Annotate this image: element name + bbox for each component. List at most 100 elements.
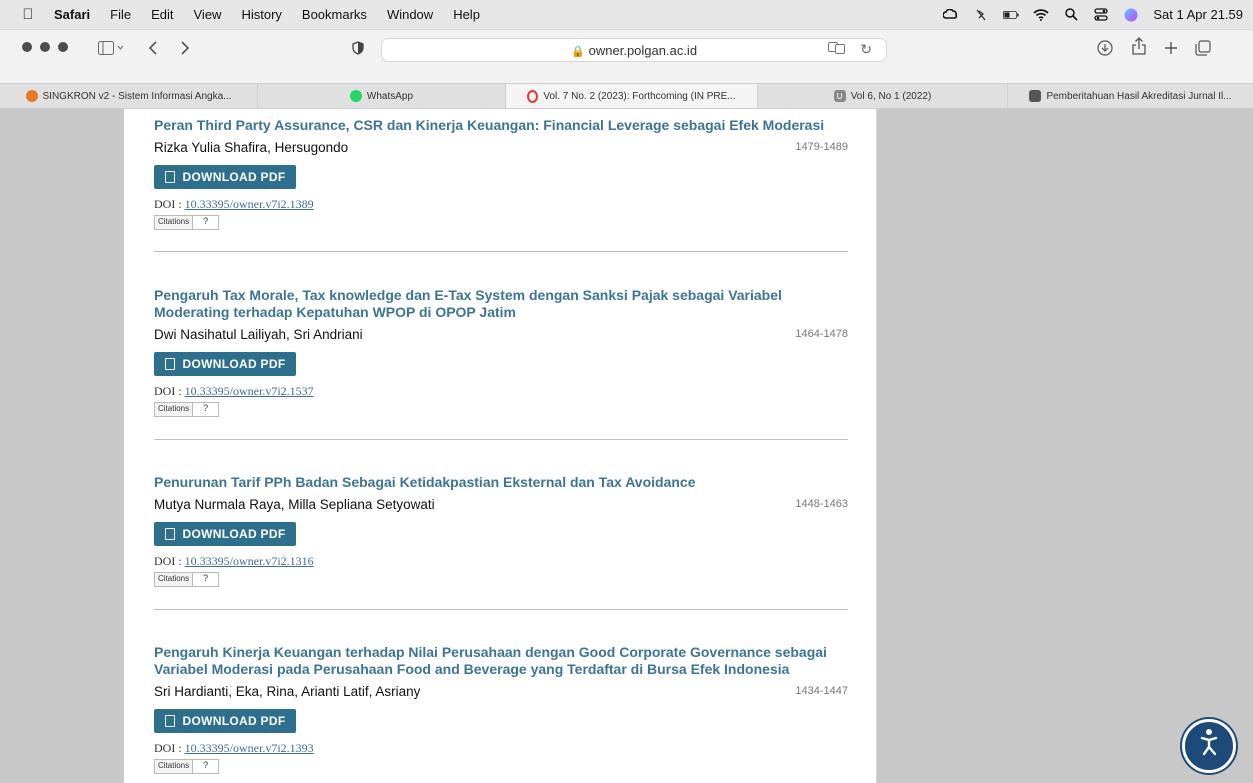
doi-prefix: DOI :: [154, 554, 185, 568]
article-title-link[interactable]: Peran Third Party Assurance, CSR dan Kin…: [154, 117, 848, 134]
apple-menu-icon[interactable]: : [20, 6, 36, 23]
download-pdf-button[interactable]: DOWNLOAD PDF: [154, 522, 296, 546]
article-pages: 1434-1447: [795, 685, 848, 697]
doi-link[interactable]: 10.33395/owner.v7i2.1537: [185, 384, 314, 398]
tab-overview-icon: [1195, 39, 1211, 61]
close-window-button[interactable]: [22, 42, 32, 52]
back-button[interactable]: [145, 38, 161, 62]
menu-window[interactable]: Window: [387, 7, 433, 22]
doi-line: DOI : 10.33395/owner.v7i2.1316: [154, 554, 848, 569]
doi-prefix: DOI :: [154, 384, 185, 398]
bluetooth-off-icon[interactable]: [973, 7, 989, 23]
download-pdf-button[interactable]: DOWNLOAD PDF: [154, 352, 296, 376]
article-authors: Sri Hardianti, Eka, Rina, Arianti Latif,…: [154, 684, 421, 699]
creative-cloud-icon[interactable]: [943, 7, 959, 23]
doi-line: DOI : 10.33395/owner.v7i2.1393: [154, 741, 848, 756]
menu-edit[interactable]: Edit: [151, 7, 173, 22]
doi-link[interactable]: 10.33395/owner.v7i2.1316: [185, 554, 314, 568]
akreditasi-favicon-icon: [1029, 90, 1042, 102]
chevron-left-icon: [148, 40, 158, 60]
forward-button[interactable]: [176, 38, 192, 62]
doi-prefix: DOI :: [154, 741, 185, 755]
privacy-report-button[interactable]: [350, 38, 366, 62]
tab-owner-journal[interactable]: Vol. 7 No. 2 (2023): Forthcoming (IN PRE…: [506, 84, 758, 108]
citations-badge[interactable]: Citations ?: [154, 759, 848, 774]
article-item: Pengaruh Kinerja Keuangan terhadap Nilai…: [154, 644, 848, 774]
pdf-icon: [164, 171, 175, 183]
menu-view[interactable]: View: [194, 7, 222, 22]
tab-label: Vol. 7 No. 2 (2023): Forthcoming (IN PRE…: [543, 90, 736, 102]
article-authors: Dwi Nasihatul Lailiyah, Sri Andriani: [154, 327, 363, 342]
citations-label: Citations: [154, 759, 194, 774]
window-controls: [22, 42, 68, 52]
tab-label: SINGKRON v2 - Sistem Informasi Angka...: [42, 90, 232, 102]
tab-singkron[interactable]: SINGKRON v2 - Sistem Informasi Angka...: [0, 84, 258, 108]
article-divider: [154, 609, 848, 610]
citations-badge[interactable]: Citations ?: [154, 215, 848, 230]
article-list: Peran Third Party Assurance, CSR dan Kin…: [124, 109, 877, 783]
new-tab-button[interactable]: [1162, 38, 1180, 62]
tab-whatsapp[interactable]: WhatsApp: [258, 84, 506, 108]
citations-label: Citations: [154, 402, 194, 417]
download-pdf-button[interactable]: DOWNLOAD PDF: [154, 165, 296, 189]
accessibility-widget-button[interactable]: [1182, 719, 1236, 773]
citations-count: ?: [193, 572, 220, 587]
url-text: owner.polgan.ac.id: [588, 43, 698, 58]
article-item: Peran Third Party Assurance, CSR dan Kin…: [154, 117, 848, 230]
downloads-button[interactable]: [1096, 38, 1114, 62]
article-pages: 1448-1463: [795, 498, 848, 510]
pdf-icon: [164, 528, 175, 540]
wifi-icon[interactable]: [1033, 7, 1049, 23]
tab-vol6[interactable]: U Vol 6, No 1 (2022): [758, 84, 1008, 108]
doi-link[interactable]: 10.33395/owner.v7i2.1393: [185, 741, 314, 755]
menubar-clock[interactable]: Sat 1 Apr 21.59: [1153, 7, 1243, 22]
tab-label: WhatsApp: [366, 90, 414, 102]
tab-akreditasi[interactable]: Pemberitahuan Hasil Akreditasi Jurnal Il…: [1008, 84, 1253, 108]
pdf-icon: [164, 358, 175, 370]
siri-icon[interactable]: [1123, 7, 1139, 23]
menu-help[interactable]: Help: [453, 7, 480, 22]
plus-icon: [1164, 41, 1178, 60]
article-authors: Rizka Yulia Shafira, Hersugondo: [154, 140, 349, 155]
reload-icon[interactable]: ↻: [860, 41, 872, 58]
download-pdf-label: DOWNLOAD PDF: [182, 714, 286, 728]
menu-bookmarks[interactable]: Bookmarks: [302, 7, 367, 22]
singkron-favicon-icon: [25, 90, 38, 102]
address-bar[interactable]: 🔒 owner.polgan.ac.id ↻: [381, 38, 887, 62]
article-title-link[interactable]: Penurunan Tarif PPh Badan Sebagai Ketida…: [154, 474, 848, 491]
article-title-link[interactable]: Pengaruh Tax Morale, Tax knowledge dan E…: [154, 287, 848, 321]
browser-toolbar: 🔒 owner.polgan.ac.id ↻: [0, 29, 1253, 83]
share-icon: [1132, 36, 1146, 60]
menu-history[interactable]: History: [241, 7, 281, 22]
download-pdf-button[interactable]: DOWNLOAD PDF: [154, 709, 296, 733]
spotlight-search-icon[interactable]: [1063, 7, 1079, 23]
tab-bar: SINGKRON v2 - Sistem Informasi Angka... …: [0, 83, 1253, 109]
sidebar-toggle-button[interactable]: [94, 38, 128, 62]
citations-badge[interactable]: Citations ?: [154, 402, 848, 417]
citations-label: Citations: [154, 572, 194, 587]
battery-icon[interactable]: [1003, 7, 1020, 23]
tab-overview-button[interactable]: [1194, 38, 1212, 62]
menu-file[interactable]: File: [110, 7, 131, 22]
tab-label: Vol 6, No 1 (2022): [850, 90, 932, 102]
control-center-icon[interactable]: [1093, 7, 1109, 23]
web-page: Peran Third Party Assurance, CSR dan Kin…: [0, 109, 1253, 783]
doi-line: DOI : 10.33395/owner.v7i2.1537: [154, 384, 848, 399]
share-button[interactable]: [1130, 36, 1148, 60]
citations-badge[interactable]: Citations ?: [154, 572, 848, 587]
content-right-border: [876, 109, 877, 783]
macos-menu-bar:  Safari File Edit View History Bookmark…: [0, 0, 1253, 29]
pdf-icon: [164, 715, 175, 727]
translate-icon[interactable]: [828, 42, 846, 57]
zoom-window-button[interactable]: [58, 42, 68, 52]
doi-line: DOI : 10.33395/owner.v7i2.1389: [154, 197, 848, 212]
journal-favicon-icon: U: [833, 90, 846, 102]
minimize-window-button[interactable]: [40, 42, 50, 52]
download-pdf-label: DOWNLOAD PDF: [182, 170, 286, 184]
citations-label: Citations: [154, 215, 194, 230]
article-title-link[interactable]: Pengaruh Kinerja Keuangan terhadap Nilai…: [154, 644, 848, 678]
doi-link[interactable]: 10.33395/owner.v7i2.1389: [185, 197, 314, 211]
menu-safari[interactable]: Safari: [54, 7, 90, 22]
article-authors: Mutya Nurmala Raya, Milla Sepliana Setyo…: [154, 497, 435, 512]
accessibility-icon: [1192, 727, 1226, 766]
